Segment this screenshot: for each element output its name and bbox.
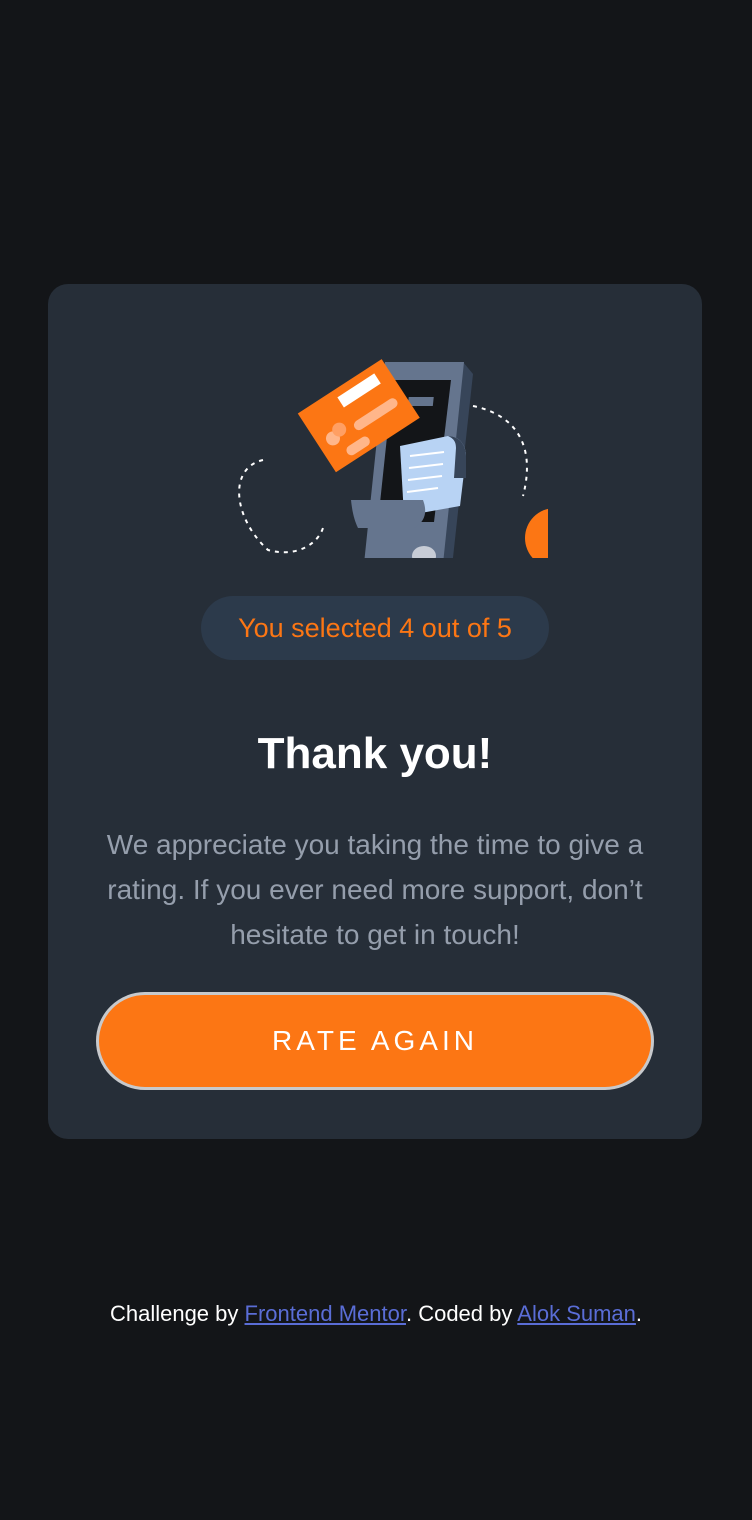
attribution-challenge-prefix: Challenge by	[109, 1301, 239, 1326]
attribution: Challenge by Frontend Mentor. Coded by A…	[0, 1297, 752, 1331]
attribution-coded-prefix: . Coded by	[405, 1301, 513, 1326]
frontend-mentor-link[interactable]: Frontend Mentor	[245, 1301, 406, 1326]
thank-you-message: We appreciate you taking the time to giv…	[106, 829, 644, 950]
coder-link[interactable]: Alok Suman	[517, 1301, 636, 1326]
thank-you-title: Thank you!	[257, 729, 493, 778]
selected-rating-value: 4	[399, 613, 415, 643]
badge-middle: out of	[421, 613, 490, 643]
thank-you-card: You selected 4 out of 5 Thank you! We ap…	[48, 284, 702, 1139]
attribution-suffix: .	[635, 1301, 643, 1326]
max-rating-value: 5	[496, 613, 512, 643]
selected-rating-badge: You selected 4 out of 5	[201, 596, 549, 660]
badge-prefix: You selected	[238, 613, 392, 643]
payment-phone-card-illustration	[238, 359, 548, 558]
rate-again-button[interactable]: RATE AGAIN	[96, 992, 654, 1090]
